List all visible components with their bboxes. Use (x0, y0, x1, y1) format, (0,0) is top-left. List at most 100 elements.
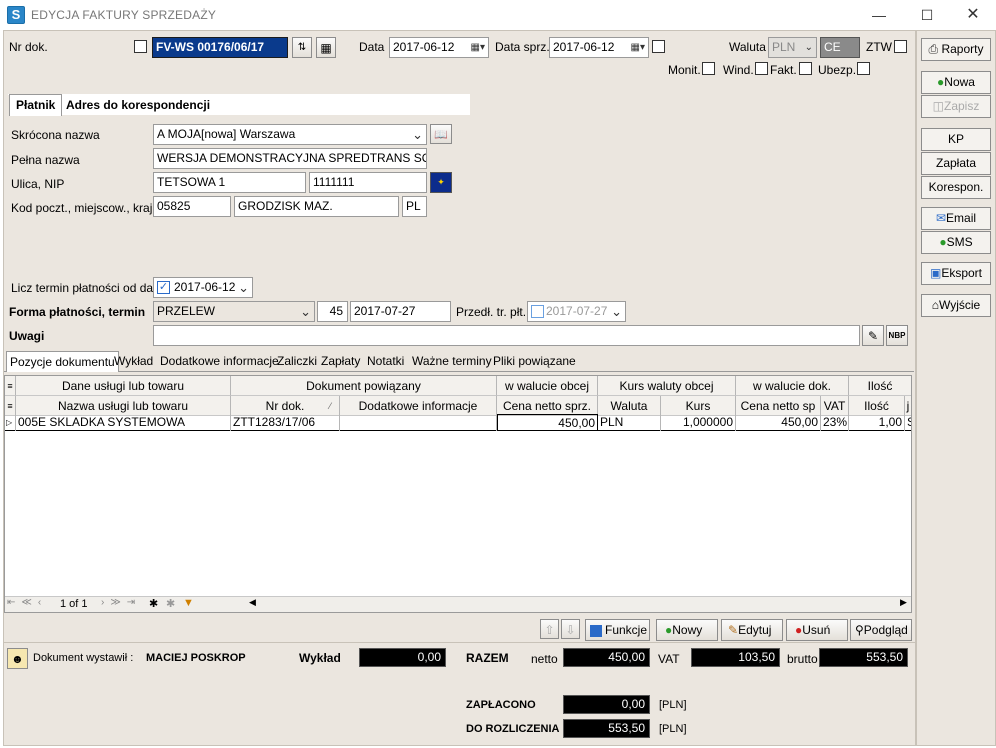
pager-first-prev-icons[interactable]: ⇤≪‹ (7, 597, 47, 608)
column-header[interactable]: Waluta (598, 396, 661, 416)
add-record-icon[interactable]: ✱ (149, 597, 158, 610)
cell-nr-dok[interactable]: ZTT1283/17/06 (231, 414, 340, 431)
waluta-code: CE (820, 37, 860, 58)
waluta-select[interactable]: PLN ⌄ (768, 37, 817, 58)
column-header[interactable]: Cena netto sp (736, 396, 821, 416)
grid-menu-icon[interactable]: ≡ (5, 376, 16, 396)
bank-icon[interactable]: ▦ (316, 37, 336, 58)
kraj-input[interactable]: PL (402, 196, 427, 217)
column-header[interactable]: Kurs (661, 396, 736, 416)
cell-jm[interactable]: S (905, 414, 911, 431)
fakt-checkbox[interactable] (799, 62, 812, 75)
zapisz-button[interactable]: ◫Zapisz (921, 95, 991, 118)
tab-pozycje[interactable]: Pozycje dokumentu (6, 351, 119, 372)
tab-notatki[interactable]: Notatki (364, 351, 407, 371)
cell-waluta[interactable]: PLN (598, 414, 661, 431)
functions-icon (590, 624, 602, 637)
uwagi-input[interactable] (153, 325, 860, 346)
nowa-button[interactable]: ●Nowa (921, 71, 991, 94)
maximize-icon[interactable]: ☐ (914, 5, 940, 25)
grid-menu-icon[interactable]: ≡ (5, 396, 16, 416)
nip-input[interactable]: 1111111 (309, 172, 427, 193)
wystawil-label: Dokument wystawił : (33, 652, 134, 664)
move-down-icon[interactable]: ⇩ (561, 619, 580, 639)
data-date-picker[interactable]: 2017-06-12 ▦▾ (389, 37, 489, 58)
tab-platnik[interactable]: Płatnik (9, 94, 62, 116)
podglad-button[interactable]: ⚲Podgląd (850, 619, 912, 641)
column-header[interactable]: Ilość (849, 396, 905, 416)
monit-checkbox[interactable] (702, 62, 715, 75)
scroll-right-icon[interactable]: ▶ (900, 597, 907, 608)
column-header[interactable]: Nazwa usługi lub towaru (16, 396, 231, 416)
nowy-button[interactable]: ●Nowy (656, 619, 718, 641)
pager-next-last-icons[interactable]: ›≫⇥ (101, 597, 141, 608)
pelna-input[interactable]: WERSJA DEMONSTRACYJNA SPREDTRANS SQL (153, 148, 427, 169)
contractor-book-icon[interactable]: 📖 (430, 124, 452, 144)
cell-ilosc[interactable]: 1,00 (849, 414, 905, 431)
data-sprz-checkbox[interactable] (652, 40, 665, 53)
miejscowosc-input[interactable]: GRODZISK MAZ. (234, 196, 399, 217)
tabs-bottom-line (4, 371, 914, 372)
tab-wazne-terminy[interactable]: Ważne terminy (409, 351, 495, 371)
edytuj-button[interactable]: ✎Edytuj (721, 619, 783, 641)
wind-checkbox[interactable] (755, 62, 768, 75)
cell-cena-obca[interactable]: 450,00 (497, 414, 598, 431)
dni-input[interactable]: 45 (317, 301, 348, 322)
waluta-value: PLN (772, 40, 796, 54)
export-icon: ▣ (929, 266, 942, 280)
tab-wyklad[interactable]: Wykład (111, 351, 156, 371)
tab-zaliczki[interactable]: Zaliczki (274, 351, 320, 371)
edit-note-icon[interactable]: ✎ (862, 325, 884, 346)
nr-dok-input[interactable]: FV-WS 00176/06/17 (152, 37, 288, 58)
kp-button[interactable]: KP (921, 128, 991, 151)
ztw-label: ZTW (866, 40, 892, 54)
move-up-icon[interactable]: ⇧ (540, 619, 559, 639)
row-pointer-icon: ▷ (5, 414, 16, 431)
tab-zaplaty[interactable]: Zapłaty (318, 351, 363, 371)
cell-dodatkowe[interactable] (340, 414, 497, 431)
add-copy-icon[interactable]: ✱ (166, 597, 175, 610)
scroll-left-icon[interactable]: ◀ (249, 597, 256, 608)
column-header[interactable]: Nr dok. ⁄ (231, 396, 340, 416)
usun-button[interactable]: ●Usuń (786, 619, 848, 641)
column-header[interactable]: Dodatkowe informacje (340, 396, 497, 416)
wyklad-value: 0,00 (359, 648, 446, 667)
forma-select[interactable]: PRZELEW ⌄ (153, 301, 315, 322)
eksport-button[interactable]: ▣Eksport (921, 262, 991, 285)
ubezp-checkbox[interactable] (857, 62, 870, 75)
user-icon[interactable]: ☻ (7, 648, 28, 669)
column-header[interactable]: Cena netto sprz. (497, 396, 598, 416)
nbp-button[interactable]: NBP (886, 325, 908, 346)
email-button[interactable]: ✉Email (921, 207, 991, 230)
cell-nazwa[interactable]: 005E SKLADKA SYSTEMOWA (16, 414, 231, 431)
ztw-checkbox[interactable] (894, 40, 907, 53)
ulica-input[interactable]: TETSOWA 1 (153, 172, 306, 193)
wyjscie-button[interactable]: ⌂Wyjście (921, 294, 991, 317)
column-header[interactable]: j (905, 396, 911, 416)
raporty-button[interactable]: ⎙ Raporty (921, 38, 991, 61)
przedl-picker[interactable]: 2017-07-27 ⌄ (527, 301, 626, 322)
cell-kurs[interactable]: 1,000000 (661, 414, 736, 431)
cell-vat[interactable]: 23% (821, 414, 849, 431)
termin-input[interactable]: 2017-07-27 (350, 301, 451, 322)
table-row[interactable]: ▷ 005E SKLADKA SYSTEMOWA ZTT1283/17/06 4… (5, 414, 911, 431)
sms-button[interactable]: ●SMS (921, 231, 991, 254)
skrocona-select[interactable]: A MOJA[nowa] Warszawa ⌄ (153, 124, 427, 145)
tab-adres[interactable]: Adres do korespondencji (62, 95, 470, 115)
termin-od-picker[interactable]: ✓ 2017-06-12 ⌄ (153, 277, 253, 298)
close-icon[interactable]: ✕ (960, 5, 986, 25)
korespon-button[interactable]: Korespon. (921, 176, 991, 199)
tab-dodatkowe[interactable]: Dodatkowe informacje (157, 351, 282, 371)
nr-dok-checkbox[interactable] (134, 40, 147, 53)
minimize-icon[interactable]: — (866, 5, 892, 25)
funkcje-button[interactable]: Funkcje (585, 619, 650, 641)
eu-vies-icon[interactable]: ✦ (430, 172, 452, 193)
column-header[interactable]: VAT (821, 396, 849, 416)
kod-input[interactable]: 05825 (153, 196, 231, 217)
cell-cena-dok[interactable]: 450,00 (736, 414, 821, 431)
tab-pliki[interactable]: Pliki powiązane (490, 351, 579, 371)
zaplata-button[interactable]: Zapłata (921, 152, 991, 175)
numbering-icon[interactable]: ⇅ (292, 37, 312, 58)
data-sprz-date-picker[interactable]: 2017-06-12 ▦▾ (549, 37, 649, 58)
filter-icon[interactable]: ▼ (183, 597, 194, 609)
